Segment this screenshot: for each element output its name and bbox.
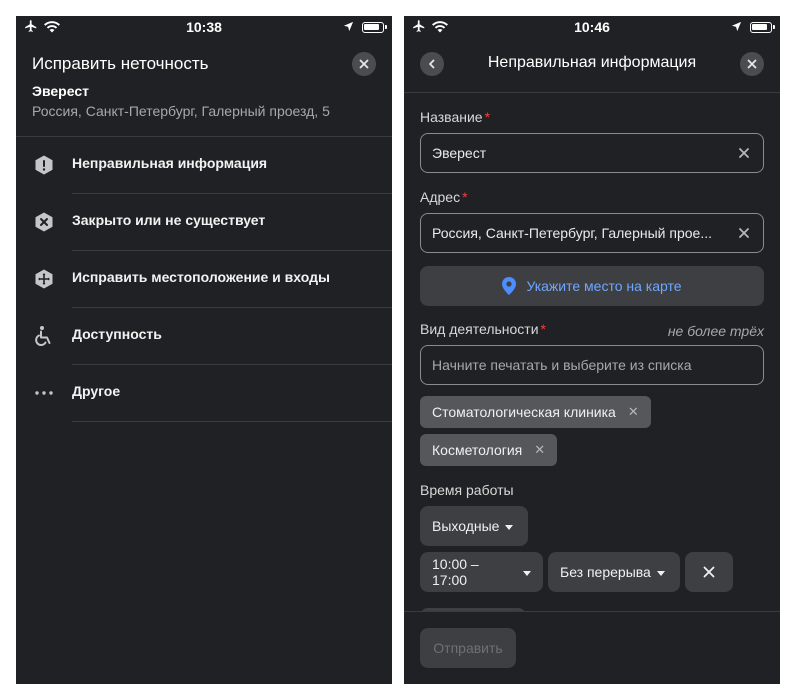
location-arrow-icon [343,19,354,35]
remove-chip-icon[interactable]: ✕ [628,404,639,420]
required-mark: * [462,189,468,205]
activity-chip[interactable]: Косметология ✕ [420,434,558,466]
address-field-value[interactable]: Россия, Санкт-Петербург, Галерный прое..… [432,225,712,241]
place-address: Россия, Санкт-Петербург, Галерный проезд… [32,103,330,119]
close-icon [703,566,715,578]
right-screen: 10:46 Неправильная информация Название * … [404,16,780,684]
menu-item-other[interactable]: Другое [16,365,392,422]
time-range-dropdown[interactable]: 10:00 – 17:00 [420,552,543,592]
status-time: 10:46 [574,19,610,35]
chevron-down-icon [523,570,531,576]
hours-label: Время работы [420,482,514,498]
close-icon [359,59,369,69]
clear-address-button[interactable] [737,226,751,240]
page-title: Неправильная информация [487,54,697,71]
bottom-bar: Отправить [404,611,780,684]
address-label: Адрес * [420,189,468,205]
status-bar: 10:46 [404,16,780,38]
status-bar: 10:38 [16,16,392,38]
pick-on-map-button[interactable]: Укажите место на карте [420,266,764,306]
place-name: Эверест [32,83,89,99]
days-dropdown-label: Выходные [432,518,500,534]
menu-item-label: Неправильная информация [72,155,268,171]
close-icon [739,228,749,238]
activity-input[interactable]: Начните печатать и выберите из списка [420,345,764,385]
days-dropdown[interactable]: Выходные [420,506,528,546]
chevron-down-icon [505,524,514,530]
close-button[interactable] [352,52,376,76]
menu-item-label: Другое [72,383,121,399]
break-dropdown-label: Без перерыва [560,564,651,580]
battery-icon [362,21,387,33]
activity-placeholder: Начните печатать и выберите из списка [432,357,692,373]
remove-chip-icon[interactable]: ✕ [534,442,545,458]
status-time: 10:38 [186,19,222,35]
menu-item-wrong-info[interactable]: Неправильная информация [16,137,392,194]
close-icon [739,148,749,158]
break-dropdown[interactable]: Без перерыва [548,552,680,592]
map-pin-icon [502,277,517,295]
required-mark: * [540,321,546,337]
chip-label: Стоматологическая клиника [432,404,616,420]
menu-item-label: Закрыто или не существует [72,212,266,228]
pick-on-map-label: Укажите место на карте [526,278,682,294]
left-screen: 10:38 Исправить неточность Эверест Росси… [16,16,392,684]
time-range-label: 10:00 – 17:00 [432,556,479,588]
chevron-down-icon [656,570,665,576]
more-dots-icon [32,381,56,405]
menu-item-label: Исправить местоположение и входы [72,269,330,285]
alert-hexagon-icon [32,153,56,177]
required-mark: * [484,109,491,125]
name-label-text: Название [420,109,483,125]
wheelchair-icon [32,324,56,348]
name-field[interactable]: Эверест [420,133,764,173]
closed-hexagon-icon [32,210,56,234]
divider [72,421,392,422]
close-icon [747,59,757,69]
activity-label-text: Вид деятельности [420,321,539,337]
menu-item-accessibility[interactable]: Доступность [16,308,392,365]
address-field[interactable]: Россия, Санкт-Петербург, Галерный прое..… [420,213,764,253]
name-label: Название * [420,109,490,125]
activity-chip[interactable]: Стоматологическая клиника ✕ [420,396,651,428]
menu-item-fix-location[interactable]: Исправить местоположение и входы [16,251,392,308]
name-field-value[interactable]: Эверест [432,145,486,161]
page-title: Исправить неточность [32,54,209,73]
clear-name-button[interactable] [737,146,751,160]
menu-item-closed[interactable]: Закрыто или не существует [16,194,392,251]
chip-label: Косметология [432,442,523,458]
move-location-icon [32,267,56,291]
address-label-text: Адрес [420,189,461,205]
location-arrow-icon [731,19,742,35]
remove-hours-button[interactable] [685,552,733,592]
submit-button[interactable]: Отправить [420,628,516,668]
activity-hint: не более трёх [667,323,764,339]
activity-label: Вид деятельности * [420,321,546,337]
close-button[interactable] [740,52,764,76]
menu-item-label: Доступность [72,326,162,342]
submit-label: Отправить [433,640,503,656]
battery-icon [750,21,775,33]
divider [404,92,780,93]
